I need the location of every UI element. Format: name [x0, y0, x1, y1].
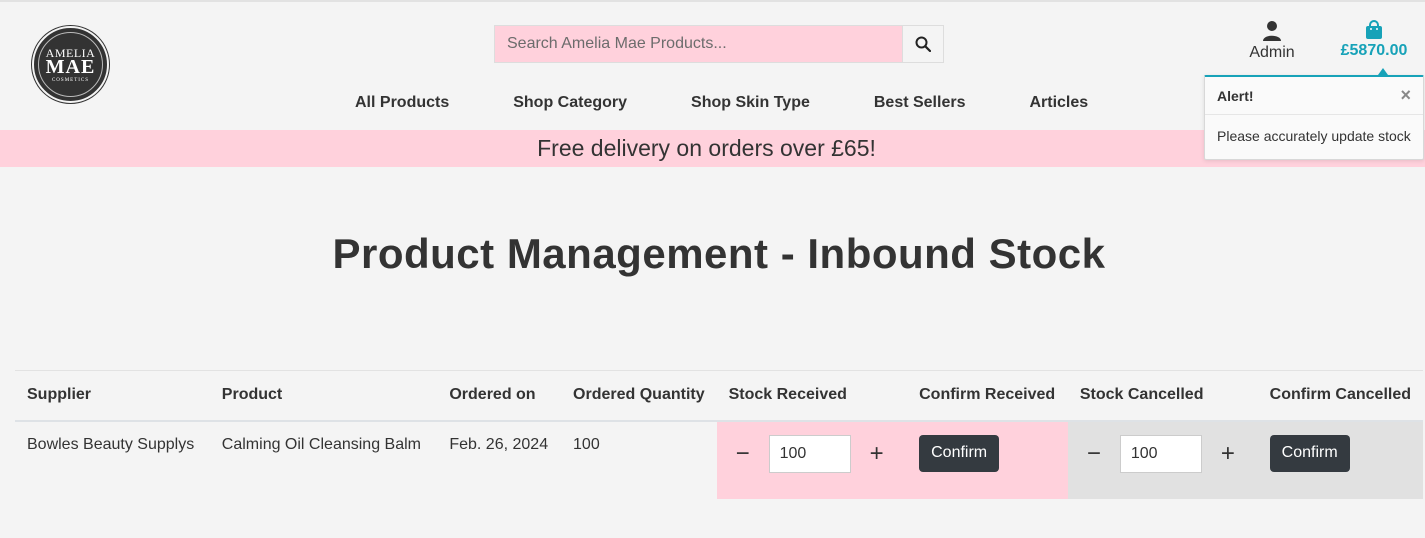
logo-line-3: COSMETICS — [51, 78, 90, 83]
cell-ordered-quantity: 100 — [573, 435, 600, 453]
received-minus-button[interactable]: − — [729, 441, 757, 466]
close-icon[interactable]: × — [1400, 85, 1411, 106]
cell-stock-cancelled: − + — [1067, 420, 1258, 499]
cart-link[interactable]: £5870.00 — [1336, 20, 1412, 60]
nav-shop-category[interactable]: Shop Category — [513, 94, 627, 112]
stock-cancelled-stepper: − + — [1080, 434, 1246, 473]
account-label: Admin — [1249, 44, 1295, 61]
search-icon — [915, 36, 931, 52]
header-confirm-received: Confirm Received — [907, 370, 1068, 422]
confirm-cancelled-button[interactable]: Confirm — [1269, 434, 1350, 472]
header-product: Product — [209, 370, 438, 422]
logo-line-2: MAE — [45, 56, 96, 78]
table-row: Bowles Beauty Supplys Calming Oil Cleans… — [15, 420, 1423, 499]
cell-supplier: Bowles Beauty Supplys — [27, 435, 195, 453]
nav-best-sellers[interactable]: Best Sellers — [874, 94, 966, 112]
inbound-stock-table: Supplier Product Ordered on Ordered Quan… — [15, 370, 1423, 499]
brand-logo[interactable]: AMELIA MAE COSMETICS — [32, 26, 109, 103]
received-plus-button[interactable]: + — [863, 441, 891, 466]
popover-arrow — [1378, 68, 1388, 75]
shopping-bag-icon — [1366, 20, 1382, 39]
alert-message: Please accurately update stock — [1217, 128, 1411, 144]
nav-articles[interactable]: Articles — [1029, 94, 1088, 112]
header-stock-cancelled: Stock Cancelled — [1067, 370, 1258, 422]
header-ordered-on: Ordered on — [437, 370, 562, 422]
stock-cancelled-input[interactable] — [1119, 434, 1202, 473]
banner-text: Free delivery on orders over £65! — [537, 135, 876, 161]
search-input[interactable] — [495, 26, 902, 62]
header-stock-received: Stock Received — [716, 370, 908, 422]
cell-stock-received: − + — [716, 420, 908, 499]
search-bar — [494, 25, 944, 63]
cell-ordered-on: Feb. 26, 2024 — [449, 435, 549, 453]
header-confirm-cancelled: Confirm Cancelled — [1257, 370, 1423, 422]
cart-total: £5870.00 — [1340, 42, 1408, 59]
confirm-received-button[interactable]: Confirm — [919, 434, 1000, 472]
header-supplier: Supplier — [15, 370, 210, 422]
alert-popover: Alert! × Please accurately update stock — [1204, 68, 1424, 160]
cell-confirm-received: Confirm — [907, 420, 1068, 499]
cancelled-plus-button[interactable]: + — [1214, 441, 1242, 466]
nav-shop-skin-type[interactable]: Shop Skin Type — [691, 94, 810, 112]
alert-title: Alert! — [1217, 87, 1254, 104]
cell-confirm-cancelled: Confirm — [1257, 420, 1423, 499]
cancelled-minus-button[interactable]: − — [1080, 441, 1108, 466]
page-title: Product Management - Inbound Stock — [332, 230, 1106, 277]
table-header-row: Supplier Product Ordered on Ordered Quan… — [15, 370, 1423, 422]
search-button[interactable] — [902, 26, 943, 62]
cell-product: Calming Oil Cleansing Balm — [221, 435, 421, 453]
user-icon — [1263, 21, 1281, 41]
stock-received-stepper: − + — [729, 434, 896, 473]
main-nav: All Products Shop Category Shop Skin Typ… — [355, 94, 1152, 112]
nav-all-products[interactable]: All Products — [355, 94, 449, 112]
header-ordered-quantity: Ordered Quantity — [561, 370, 717, 422]
stock-received-input[interactable] — [768, 434, 851, 473]
account-link[interactable]: Admin — [1240, 20, 1304, 62]
alert-header: Alert! × — [1205, 77, 1423, 115]
